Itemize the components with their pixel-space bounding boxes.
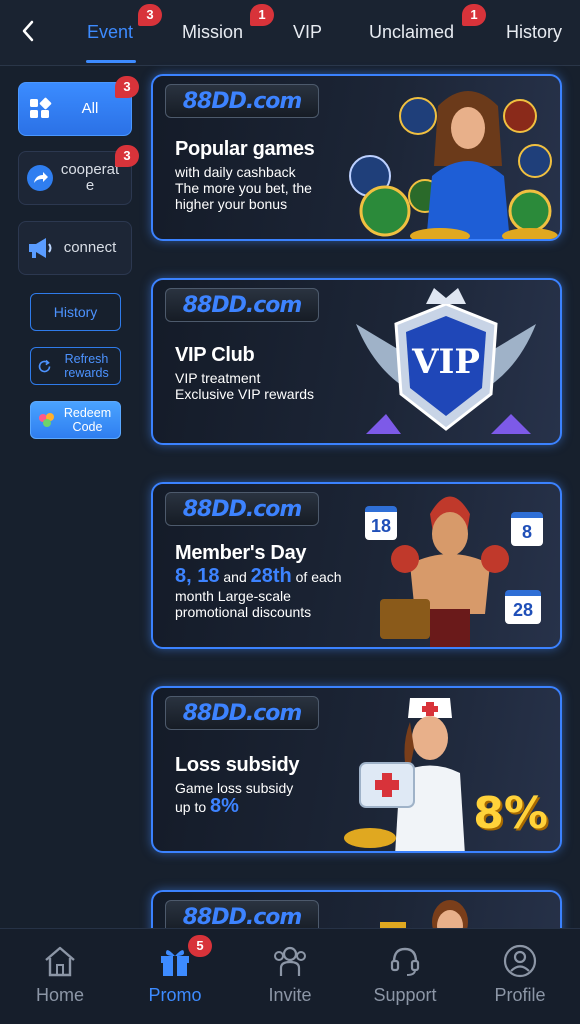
calendar-date-28: 28 xyxy=(505,590,541,624)
banner-percent-line: up to 8% xyxy=(175,795,239,817)
nav-home[interactable]: Home xyxy=(10,941,110,1006)
tab-mission-badge: 1 xyxy=(250,4,274,26)
history-button[interactable]: History xyxy=(30,293,121,331)
banner-title: Loss subsidy xyxy=(175,754,300,776)
brand-logo: 88DD.com xyxy=(165,288,319,322)
banner-text: higher your bonus xyxy=(175,196,288,212)
brand-logo: 88DD.com xyxy=(165,492,319,526)
grid-icon xyxy=(25,94,55,124)
banner-text: promotional discounts xyxy=(175,604,312,620)
users-icon xyxy=(240,941,340,981)
vip-emblem-text: VIP xyxy=(412,342,480,382)
banner-title: Member's Day xyxy=(175,542,307,564)
redeem-code-button[interactable]: Redeem Code xyxy=(30,401,121,439)
top-tab-bar: Event 3 Mission 1 VIP Unclaimed 1 Histor… xyxy=(0,0,580,66)
nav-invite[interactable]: Invite xyxy=(240,941,340,1006)
tab-event[interactable]: Event xyxy=(87,20,133,44)
active-tab-indicator xyxy=(86,60,136,63)
user-icon xyxy=(470,941,570,981)
sidebar-item-label: All xyxy=(81,100,99,117)
eight-percent-badge: 8% xyxy=(473,788,548,839)
tab-event-badge: 3 xyxy=(138,4,162,26)
banner-title: VIP Club xyxy=(175,344,255,366)
sidebar-item-connect[interactable]: connect xyxy=(18,221,132,275)
refresh-icon xyxy=(38,359,51,373)
gift-flower-icon xyxy=(39,413,54,427)
nav-support[interactable]: Support xyxy=(355,941,455,1006)
vip-shield-emblem: VIP xyxy=(346,284,546,443)
banner-text: Game loss subsidy xyxy=(175,780,294,796)
promo-banner-members-day[interactable]: 88DD.com Member's Day 8, 18 and 28th of … xyxy=(151,482,562,649)
promo-banner-loss-subsidy[interactable]: 88DD.com Loss subsidy Game loss subsidy … xyxy=(151,686,562,853)
refresh-rewards-button[interactable]: Refresh rewards xyxy=(30,347,121,385)
promo-banner-popular-games[interactable]: 88DD.com Popular games with daily cashba… xyxy=(151,74,562,241)
tab-unclaimed[interactable]: Unclaimed xyxy=(369,20,454,44)
banner-text: month Large-scale xyxy=(175,588,291,604)
tab-mission[interactable]: Mission xyxy=(182,20,243,44)
megaphone-icon xyxy=(25,233,55,263)
banner-text: with daily cashback xyxy=(175,164,296,180)
brand-logo: 88DD.com xyxy=(165,696,319,730)
sidebar-cooperate-badge: 3 xyxy=(115,145,139,167)
home-icon xyxy=(10,941,110,981)
nav-promo-badge: 5 xyxy=(188,935,212,957)
headset-icon xyxy=(355,941,455,981)
tab-vip[interactable]: VIP xyxy=(293,20,322,44)
calendar-date-8: 8 xyxy=(511,512,543,546)
sidebar-all-badge: 3 xyxy=(115,76,139,98)
banner-title: Popular games xyxy=(175,138,315,160)
banner-dates-line: 8, 18 and 28th of each xyxy=(175,565,342,587)
nav-profile[interactable]: Profile xyxy=(470,941,570,1006)
promo-banner-vip-club[interactable]: 88DD.com VIP Club VIP treatment Exclusiv… xyxy=(151,278,562,445)
casino-games-illustration xyxy=(349,91,558,239)
brand-logo: 88DD.com xyxy=(165,84,319,118)
tab-history[interactable]: History xyxy=(506,20,562,44)
sidebar-item-label: connect xyxy=(63,239,117,256)
share-arrow-icon xyxy=(25,163,55,193)
banner-text: The more you bet, the xyxy=(175,180,312,196)
bottom-navigation: Home Promo 5 Invite Support Profile xyxy=(0,928,580,1024)
banner-text: VIP treatment xyxy=(175,370,261,386)
back-button[interactable] xyxy=(14,16,42,46)
banner-text: Exclusive VIP rewards xyxy=(175,386,315,402)
calendar-date-18: 18 xyxy=(365,506,397,540)
chevron-left-icon xyxy=(22,20,34,42)
tab-unclaimed-badge: 1 xyxy=(462,4,486,26)
